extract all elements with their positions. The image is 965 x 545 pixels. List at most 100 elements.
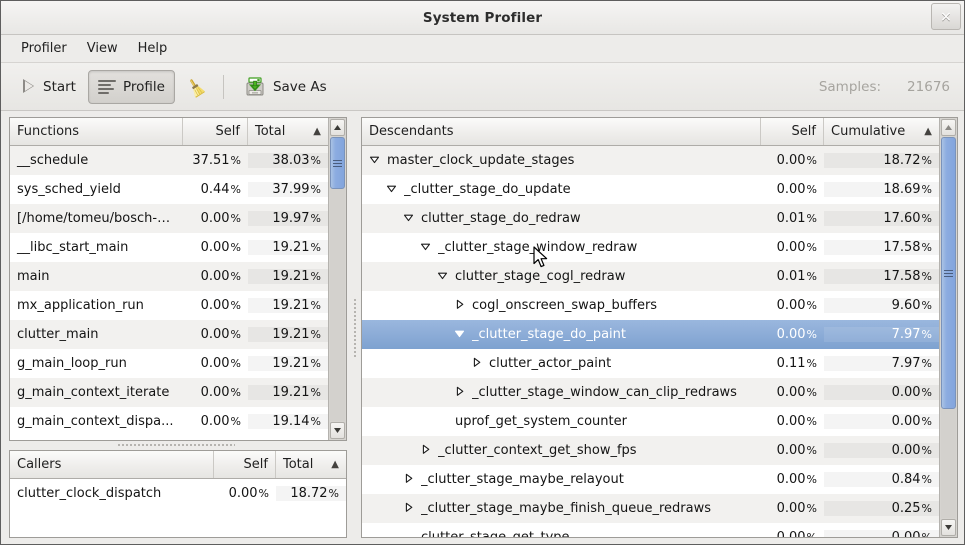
descendant-name: clutter_actor_paint: [489, 356, 612, 371]
sort-ascending-icon: ▲: [313, 125, 321, 137]
descendant-name: clutter_stage_get_type: [421, 530, 570, 537]
tree-expander-expanded-icon[interactable]: [420, 241, 434, 255]
scroll-down-button[interactable]: [330, 422, 345, 439]
column-header-descendants-self[interactable]: Self: [761, 118, 824, 145]
scroll-up-button[interactable]: [941, 119, 956, 136]
save-as-button[interactable]: Save As: [234, 70, 337, 104]
tree-expander-collapsed-icon[interactable]: [454, 299, 468, 313]
close-button[interactable]: ×: [931, 3, 961, 30]
table-row[interactable]: mx_application_run 0.00% 19.21%: [10, 291, 328, 320]
function-self-pct: 0.00%: [200, 298, 241, 313]
tree-expander-expanded-icon[interactable]: [437, 270, 451, 284]
menu-item-help[interactable]: Help: [128, 38, 178, 59]
tree-row[interactable]: clutter_stage_do_redraw 0.01% 17.60%: [362, 204, 939, 233]
scroll-down-button[interactable]: [941, 519, 956, 536]
tree-expander-expanded-icon[interactable]: [403, 212, 417, 226]
tree-row[interactable]: _clutter_stage_maybe_finish_queue_redraw…: [362, 494, 939, 523]
table-row[interactable]: g_main_context_iterate 0.00% 19.21%: [10, 378, 328, 407]
column-header-functions-total[interactable]: Total ▲: [248, 118, 328, 145]
descendants-scroll-track[interactable]: [941, 137, 956, 518]
vertical-splitter[interactable]: [351, 111, 359, 544]
table-row[interactable]: clutter_main 0.00% 19.21%: [10, 320, 328, 349]
table-row[interactable]: g_main_context_dispa... 0.00% 19.14%: [10, 407, 328, 436]
descendant-cumulative-pct: 17.60%: [824, 211, 939, 226]
column-header-descendants-label: Descendants: [369, 124, 454, 139]
start-button[interactable]: Start: [11, 70, 86, 104]
tree-expander-collapsed-icon[interactable]: [471, 357, 485, 371]
descendants-table: Descendants Self Cumulative ▲ master_clo…: [362, 118, 939, 537]
tree-row[interactable]: _clutter_stage_window_can_clip_redraws 0.…: [362, 378, 939, 407]
tree-expander-expanded-icon[interactable]: [454, 328, 468, 342]
tree-row[interactable]: _clutter_context_get_show_fps 0.00% 0.00%: [362, 436, 939, 465]
title-bar: System Profiler ×: [1, 1, 964, 35]
descendants-scroll-thumb[interactable]: [941, 137, 956, 409]
descendant-cumulative-pct: 0.84%: [824, 472, 939, 487]
tree-row[interactable]: clutter_stage_cogl_redraw 0.01% 17.58%: [362, 262, 939, 291]
tree-expander-collapsed-icon[interactable]: [420, 444, 434, 458]
table-row[interactable]: __libc_start_main 0.00% 19.21%: [10, 233, 328, 262]
tree-expander-expanded-icon[interactable]: [369, 154, 383, 168]
descendant-self-pct: 0.00%: [776, 327, 817, 342]
tree-row[interactable]: master_clock_update_stages 0.00% 18.72%: [362, 146, 939, 175]
column-header-callers-self[interactable]: Self: [214, 451, 276, 478]
descendant-name-cell: _clutter_stage_maybe_relayout: [362, 472, 761, 487]
column-header-functions-self[interactable]: Self: [183, 118, 248, 145]
descendants-vertical-scrollbar[interactable]: [939, 118, 957, 537]
descendant-self-pct: 0.11%: [776, 356, 817, 371]
functions-panel: Functions Self Total ▲ __schedule 37.51% 3…: [9, 117, 347, 441]
function-name: [/home/tomeu/bosch-p...: [17, 211, 178, 226]
column-header-descendants-cumulative[interactable]: Cumulative ▲: [824, 118, 939, 145]
tree-row[interactable]: _clutter_stage_maybe_relayout 0.00% 0.84%: [362, 465, 939, 494]
table-row[interactable]: sys_sched_yield 0.44% 37.99%: [10, 175, 328, 204]
tree-row[interactable]: _clutter_stage_do_paint 0.00% 7.97%: [362, 320, 939, 349]
clear-button[interactable]: [177, 70, 213, 104]
function-self-pct: 37.51%: [192, 153, 241, 168]
tree-row[interactable]: _clutter_stage_window_redraw 0.00% 17.58%: [362, 233, 939, 262]
tree-row[interactable]: _clutter_stage_do_update 0.00% 18.69%: [362, 175, 939, 204]
splitter-grip-icon: [117, 443, 235, 448]
scroll-up-button[interactable]: [330, 119, 345, 136]
tree-expander-collapsed-icon[interactable]: [454, 386, 468, 400]
table-row[interactable]: clutter_clock_dispatch 0.00% 18.72%: [10, 479, 346, 508]
functions-scroll-track[interactable]: [330, 137, 345, 421]
functions-row-list[interactable]: __schedule 37.51% 38.03% sys_sched_yield 0.4…: [10, 146, 328, 440]
tree-row[interactable]: clutter_actor_paint 0.11% 7.97%: [362, 349, 939, 378]
menu-item-profiler[interactable]: Profiler: [11, 38, 77, 59]
tree-row[interactable]: cogl_onscreen_swap_buffers 0.00% 9.60%: [362, 291, 939, 320]
callers-row-list[interactable]: clutter_clock_dispatch 0.00% 18.72%: [10, 479, 346, 537]
descendant-name-cell: clutter_stage_get_type: [362, 530, 761, 537]
table-row[interactable]: __schedule 37.51% 38.03%: [10, 146, 328, 175]
tree-row[interactable]: clutter_stage_get_type 0.00%0.00%: [362, 523, 939, 537]
descendant-self-pct: 0.00%: [776, 240, 817, 255]
column-header-callers-total[interactable]: Total ▲: [276, 451, 346, 478]
function-total-pct: 19.21%: [248, 385, 328, 400]
column-header-callers[interactable]: Callers: [10, 451, 214, 478]
descendant-name-cell: master_clock_update_stages: [362, 153, 761, 168]
tree-expander-expanded-icon[interactable]: [386, 183, 400, 197]
column-header-callers-self-label: Self: [243, 457, 268, 472]
table-row[interactable]: main 0.00% 19.21%: [10, 262, 328, 291]
horizontal-splitter[interactable]: [1, 441, 351, 450]
descendant-name-cell: _clutter_stage_window_can_clip_redraws: [362, 385, 761, 400]
descendant-name-cell: cogl_onscreen_swap_buffers: [362, 298, 761, 313]
callers-table: Callers Self Total ▲ clutter_clock_dispa…: [10, 451, 346, 537]
column-header-descendants[interactable]: Descendants: [362, 118, 761, 145]
column-header-functions[interactable]: Functions: [10, 118, 183, 145]
descendant-cumulative-pct: 7.97%: [824, 356, 939, 371]
tree-expander-collapsed-icon[interactable]: [403, 502, 417, 516]
table-row[interactable]: g_main_loop_run 0.00% 19.21%: [10, 349, 328, 378]
tree-expander-collapsed-icon[interactable]: [403, 473, 417, 487]
play-icon: [21, 79, 36, 94]
functions-vertical-scrollbar[interactable]: [328, 118, 346, 440]
function-total-pct: 19.14%: [248, 414, 328, 429]
menu-bar: Profiler View Help: [1, 35, 964, 63]
menu-item-view[interactable]: View: [77, 38, 128, 59]
functions-scroll-thumb[interactable]: [330, 137, 345, 189]
descendant-name-cell: _clutter_stage_maybe_finish_queue_redraw…: [362, 501, 761, 516]
descendants-row-list[interactable]: master_clock_update_stages 0.00% 18.72% _cl…: [362, 146, 939, 537]
table-row[interactable]: [/home/tomeu/bosch-p... 0.00% 19.97%: [10, 204, 328, 233]
column-header-functions-self-label: Self: [215, 124, 240, 139]
tree-row[interactable]: uprof_get_system_counter 0.00% 0.00%: [362, 407, 939, 436]
toolbar: Start Profile Save As Samples: 21676: [1, 63, 964, 111]
profile-button[interactable]: Profile: [87, 69, 175, 104]
